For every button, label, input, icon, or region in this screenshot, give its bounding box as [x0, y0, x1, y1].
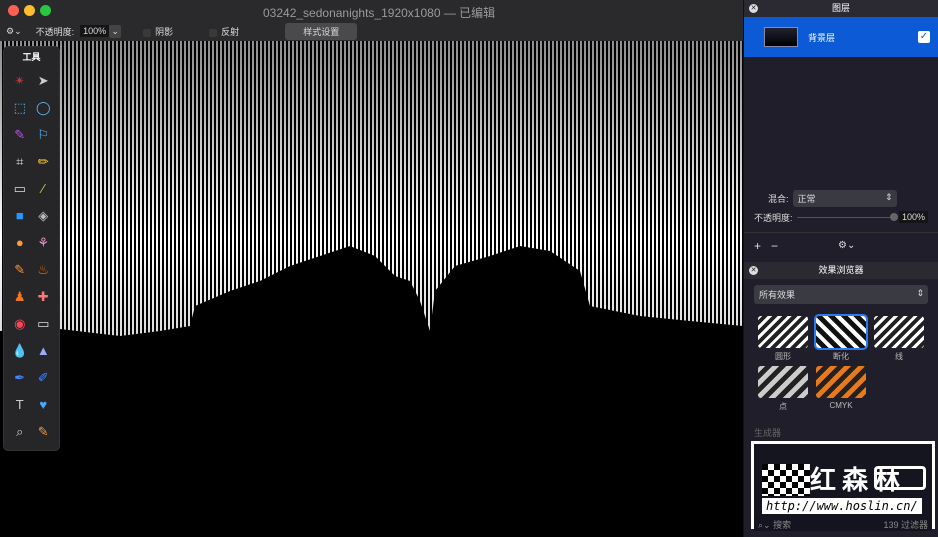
- tool-icon-16[interactable]: ♟: [8, 287, 32, 307]
- effect-dot[interactable]: 点: [754, 366, 812, 412]
- layer-name: 背景层: [808, 32, 836, 43]
- blend-label: 混合:: [768, 193, 789, 204]
- tool-icon-17[interactable]: ✚: [32, 287, 56, 307]
- tool-icon-2[interactable]: ⬚: [8, 98, 32, 118]
- reflect-label: 反射: [221, 27, 240, 37]
- tool-icon-22[interactable]: ✒: [8, 368, 32, 388]
- layer-gear-icon[interactable]: ⚙⌄: [838, 240, 855, 251]
- close-icon[interactable]: ✕: [749, 266, 758, 275]
- tool-icon-7[interactable]: ✏: [32, 152, 56, 172]
- tool-icon-4[interactable]: ✎: [8, 125, 32, 145]
- layer-row[interactable]: 背景层 ✓: [744, 17, 938, 57]
- tool-icon-14[interactable]: ✎: [8, 260, 32, 280]
- effects-title: 效果浏览器: [818, 265, 864, 275]
- blend-select[interactable]: 正常 ⇕: [792, 189, 897, 207]
- tool-icon-9[interactable]: ⁄: [32, 179, 56, 199]
- tool-icon-12[interactable]: ●: [8, 233, 32, 253]
- layer-opacity-value[interactable]: 100%: [898, 211, 928, 223]
- tool-icon-3[interactable]: ◯: [32, 98, 56, 118]
- effect-crystallize[interactable]: 断化: [812, 314, 870, 362]
- tool-icon-10[interactable]: ■: [8, 206, 32, 226]
- minimize-window-button[interactable]: [24, 5, 35, 16]
- close-icon[interactable]: ✕: [749, 4, 758, 13]
- mountain-silhouette: [0, 246, 743, 537]
- shadow-checkbox[interactable]: 阴影: [143, 25, 173, 38]
- gear-icon[interactable]: ⚙⌄: [6, 26, 22, 37]
- layer-visible-checkbox[interactable]: ✓: [918, 31, 930, 43]
- effect-line[interactable]: 线: [870, 316, 928, 362]
- title-bar: 03242_sedonanights_1920x1080 — 已编辑: [0, 0, 743, 22]
- watermark-url: http://www.hoslin.cn/: [762, 498, 922, 514]
- tool-icon-15[interactable]: ♨: [32, 260, 56, 280]
- tool-icon-8[interactable]: ▭: [8, 179, 32, 199]
- effects-header: ✕ 效果浏览器: [744, 262, 938, 279]
- tool-icon-1[interactable]: ➤: [32, 71, 56, 91]
- effects-search-bar: ⌕⌄ 搜索 139 过滤器: [754, 517, 932, 531]
- tool-icon-21[interactable]: ▲: [32, 341, 56, 361]
- tool-icon-26[interactable]: ⌕: [8, 422, 32, 442]
- generator-label: 生成器: [754, 428, 782, 438]
- tool-icon-23[interactable]: ✐: [32, 368, 56, 388]
- chevron-down-icon[interactable]: ⌄: [109, 25, 122, 38]
- tool-icon-0[interactable]: ✴: [8, 71, 32, 91]
- tool-icon-20[interactable]: 💧: [8, 341, 32, 361]
- layer-thumbnail: [764, 27, 798, 47]
- remove-layer-button[interactable]: −: [771, 239, 778, 253]
- layers-title: 图层: [831, 3, 850, 13]
- style-settings-button[interactable]: 样式设置: [285, 23, 358, 40]
- tool-icon-6[interactable]: ⌗: [8, 152, 32, 172]
- layer-opacity-slider[interactable]: [796, 212, 898, 221]
- tools-title: 工具: [22, 52, 41, 62]
- shadow-label: 阴影: [155, 27, 174, 37]
- add-layer-button[interactable]: +: [754, 239, 761, 253]
- tool-icon-5[interactable]: ⚐: [32, 125, 56, 145]
- watermark: 红森林 http://www.hoslin.cn/: [751, 441, 935, 529]
- effects-filter-select[interactable]: 所有效果 ⇕: [754, 285, 928, 304]
- filter-count: 139 过滤器: [883, 519, 928, 530]
- tools-palette: 工具 ✴ ➤ ⬚ ◯ ✎ ⚐ ⌗ ✏ ▭ ⁄ ■ ◈ ● ⚘ ✎ ♨ ♟ ✚ ◉ ▭ 💧 ▲ ✒ ✐ T ♥ ⌕ ✎: [3, 46, 60, 451]
- layer-opacity-label: 不透明度:: [754, 212, 793, 223]
- opacity-label: 不透明度:: [35, 27, 75, 37]
- close-window-button[interactable]: [8, 5, 19, 16]
- search-input[interactable]: ⌕⌄ 搜索: [758, 518, 791, 531]
- image-canvas[interactable]: [0, 41, 743, 537]
- tool-icon-18[interactable]: ◉: [8, 314, 32, 334]
- effect-cmyk[interactable]: CMYK: [812, 366, 870, 412]
- tool-icon-25[interactable]: ♥: [32, 395, 56, 415]
- tool-icon-24[interactable]: T: [8, 395, 32, 415]
- effect-circle[interactable]: 圆形: [754, 316, 812, 362]
- window-title: 03242_sedonanights_1920x1080 — 已编辑: [263, 6, 496, 20]
- zoom-window-button[interactable]: [40, 5, 51, 16]
- tool-icon-19[interactable]: ▭: [32, 314, 56, 334]
- tool-icon-11[interactable]: ◈: [32, 206, 56, 226]
- tool-icon-27[interactable]: ✎: [32, 422, 56, 442]
- style-toolbar: ⚙⌄ 不透明度: 100% ⌄ 阴影 反射 样式设置: [0, 22, 743, 41]
- reflect-checkbox[interactable]: 反射: [209, 25, 239, 38]
- tool-icon-13[interactable]: ⚘: [32, 233, 56, 253]
- layers-header: ✕ 图层: [744, 0, 938, 17]
- opacity-input[interactable]: 100%: [80, 25, 110, 37]
